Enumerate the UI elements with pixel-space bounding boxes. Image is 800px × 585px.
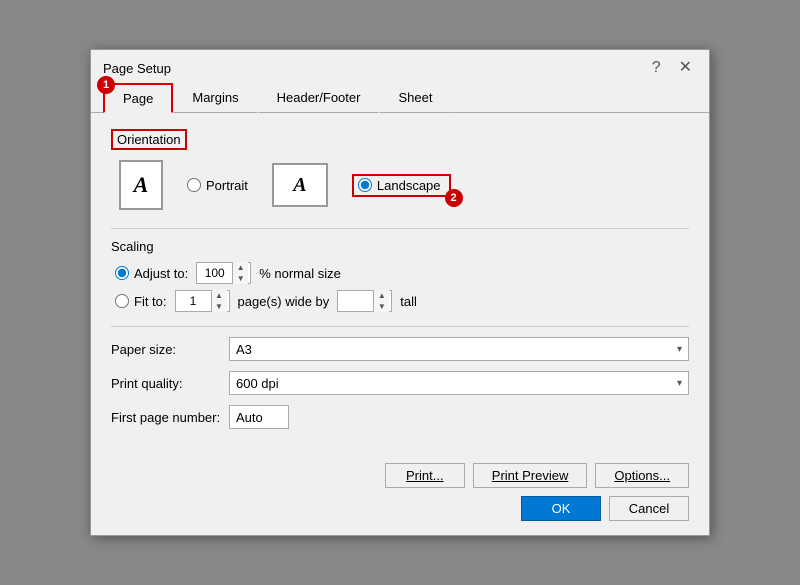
landscape-icon: A: [272, 163, 328, 207]
title-bar-controls: ? ✕: [647, 58, 697, 78]
options-button[interactable]: Options...: [595, 463, 689, 488]
fit-pages-tall-spinner[interactable]: ▲ ▼: [337, 290, 392, 312]
portrait-radio[interactable]: [187, 178, 201, 192]
adjust-row: Adjust to: ▲ ▼ % normal size: [111, 262, 689, 284]
orientation-row: A Portrait A Landscape 2: [111, 160, 689, 210]
dialog-content: Orientation A Portrait A Landscape 2: [91, 113, 709, 453]
portrait-icon: A: [119, 160, 163, 210]
print-quality-row: Print quality: 600 dpi ▾: [111, 371, 689, 395]
landscape-group: Landscape 2: [352, 174, 451, 197]
paper-size-dropdown[interactable]: A3 ▾: [229, 337, 689, 361]
first-page-label: First page number:: [111, 410, 221, 425]
divider-1: [111, 228, 689, 229]
first-page-row: First page number:: [111, 405, 689, 429]
fit-tall-input[interactable]: [338, 292, 373, 310]
print-button[interactable]: Print...: [385, 463, 465, 488]
fit-radio[interactable]: [115, 294, 129, 308]
fit-tall-arrows: ▲ ▼: [373, 290, 389, 312]
print-quality-dropdown[interactable]: 600 dpi ▾: [229, 371, 689, 395]
orientation-section: Orientation A Portrait A Landscape 2: [111, 129, 689, 210]
help-button[interactable]: ?: [647, 58, 666, 78]
portrait-label: Portrait: [206, 178, 248, 193]
landscape-badge: 2: [445, 189, 463, 207]
adjust-radio[interactable]: [115, 266, 129, 280]
tab-margins[interactable]: Margins: [173, 83, 257, 113]
fit-wide-input[interactable]: [176, 292, 211, 310]
dialog-title: Page Setup: [103, 61, 171, 76]
bottom-btn-row-top: Print... Print Preview Options...: [111, 463, 689, 488]
adjust-arrows: ▲ ▼: [232, 262, 248, 284]
landscape-radio[interactable]: [358, 178, 372, 192]
paper-size-value: A3: [236, 342, 252, 357]
fit-wide-down[interactable]: ▼: [212, 301, 227, 312]
print-quality-label: Print quality:: [111, 376, 221, 391]
scaling-section: Scaling Adjust to: ▲ ▼ % normal size: [111, 239, 689, 312]
tab-bar: 1 Page Margins Header/Footer Sheet: [91, 82, 709, 113]
adjust-option[interactable]: Adjust to:: [115, 266, 188, 281]
fit-label: Fit to:: [134, 294, 167, 309]
fit-option[interactable]: Fit to:: [115, 294, 167, 309]
bottom-btn-row-bottom: OK Cancel: [111, 496, 689, 521]
adjust-down-arrow[interactable]: ▼: [233, 273, 248, 284]
fit-row: Fit to: ▲ ▼ page(s) wide by ▲ ▼: [111, 290, 689, 312]
tab-page-wrapper: 1 Page: [103, 82, 173, 112]
fit-wide-arrows: ▲ ▼: [211, 290, 227, 312]
paper-size-label: Paper size:: [111, 342, 221, 357]
close-button[interactable]: ✕: [674, 58, 697, 78]
first-page-input[interactable]: [229, 405, 289, 429]
tab-header-footer[interactable]: Header/Footer: [258, 83, 380, 113]
tab-sheet[interactable]: Sheet: [379, 83, 451, 113]
title-bar: Page Setup ? ✕: [91, 50, 709, 82]
landscape-label: Landscape: [377, 178, 441, 193]
adjust-label: Adjust to:: [134, 266, 188, 281]
adjust-up-arrow[interactable]: ▲: [233, 262, 248, 273]
paper-size-row: Paper size: A3 ▾: [111, 337, 689, 361]
fit-pages-wide-spinner[interactable]: ▲ ▼: [175, 290, 230, 312]
tab-page-badge: 1: [97, 76, 115, 94]
page-setup-dialog: Page Setup ? ✕ 1 Page Margins Header/Foo…: [90, 49, 710, 536]
orientation-label: Orientation: [111, 129, 187, 150]
fit-tall-down[interactable]: ▼: [374, 301, 389, 312]
adjust-spinner[interactable]: ▲ ▼: [196, 262, 251, 284]
bottom-area: Print... Print Preview Options... OK Can…: [91, 453, 709, 535]
adjust-value-input[interactable]: [197, 264, 232, 282]
fit-unit-wide: page(s) wide by: [238, 294, 330, 309]
paper-size-arrow: ▾: [677, 344, 682, 355]
print-quality-value: 600 dpi: [236, 376, 279, 391]
scaling-title: Scaling: [111, 239, 689, 254]
landscape-option[interactable]: Landscape: [352, 174, 451, 197]
portrait-option[interactable]: Portrait: [187, 178, 248, 193]
fit-wide-up[interactable]: ▲: [212, 290, 227, 301]
print-preview-button[interactable]: Print Preview: [473, 463, 588, 488]
fit-tall-up[interactable]: ▲: [374, 290, 389, 301]
divider-2: [111, 326, 689, 327]
fit-unit-tall: tall: [400, 294, 417, 309]
ok-button[interactable]: OK: [521, 496, 601, 521]
cancel-button[interactable]: Cancel: [609, 496, 689, 521]
print-quality-arrow: ▾: [677, 378, 682, 389]
adjust-unit: % normal size: [259, 266, 341, 281]
